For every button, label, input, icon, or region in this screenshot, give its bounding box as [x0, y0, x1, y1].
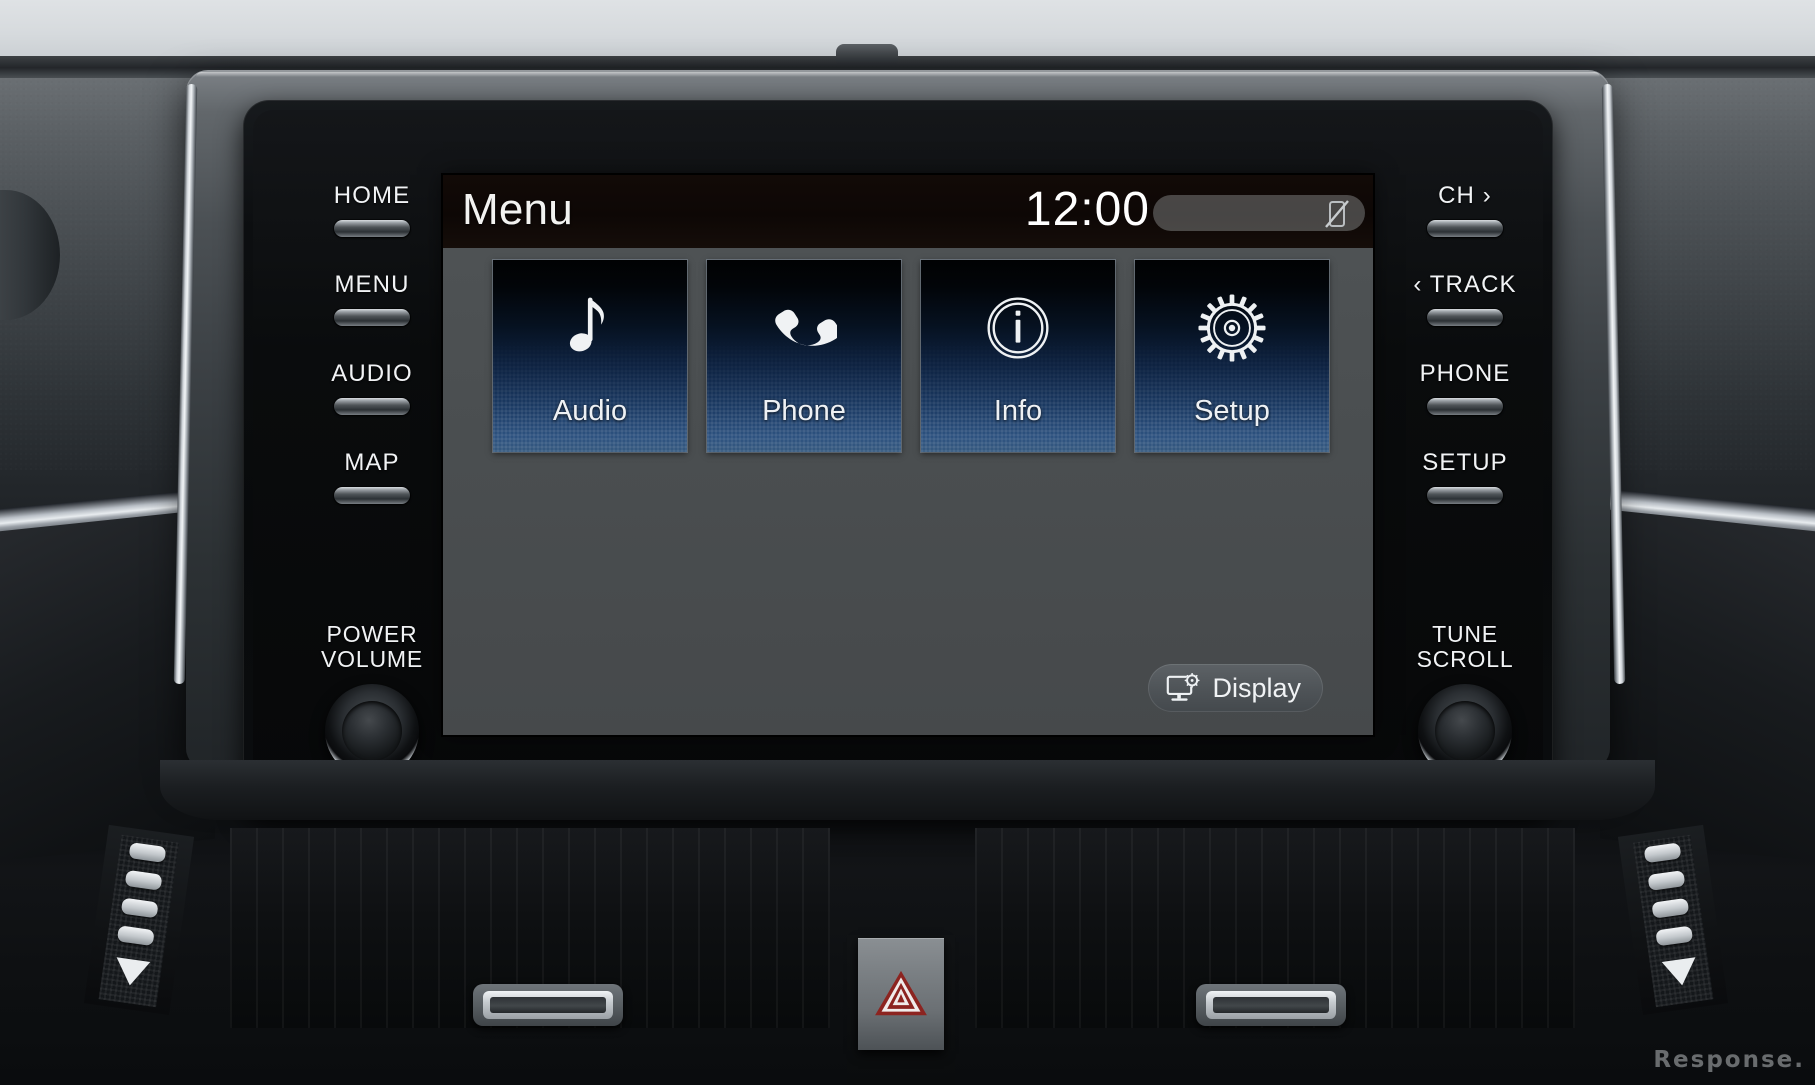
hard-button-ch[interactable]: CH › — [1395, 182, 1535, 237]
air-vent-slider-left-chrome — [483, 991, 613, 1019]
power-volume-label: POWER VOLUME — [302, 622, 442, 672]
air-vent-slider-left[interactable] — [473, 984, 623, 1026]
hard-button-phone-key[interactable] — [1427, 398, 1503, 415]
air-vent-slider-right[interactable] — [1196, 984, 1346, 1026]
power-volume-knob-group[interactable]: POWER VOLUME — [302, 622, 442, 778]
side-vent-right-arrow-icon[interactable] — [1661, 957, 1700, 988]
hard-button-track-label: ‹ TRACK — [1413, 271, 1517, 298]
air-vent-slider-left-slot — [490, 997, 606, 1013]
phone-handset-icon — [707, 282, 901, 374]
power-volume-knob-face[interactable] — [342, 701, 402, 761]
tune-scroll-knob-face[interactable] — [1435, 701, 1495, 761]
side-vent-right-slat[interactable] — [1647, 870, 1686, 891]
power-label: POWER — [326, 621, 418, 647]
menu-tile-audio[interactable]: Audio — [493, 260, 687, 452]
gear-icon — [1135, 282, 1329, 374]
screenshot-root: HOME MENU AUDIO MAP POWER VOLUME CH › ‹ … — [0, 0, 1815, 1085]
monitor-gear-icon — [1166, 672, 1202, 704]
hard-button-setup-label: SETUP — [1422, 449, 1508, 476]
hard-button-track-key[interactable] — [1427, 309, 1503, 326]
clock: 12:00 — [1024, 183, 1150, 236]
hard-button-audio[interactable]: AUDIO — [302, 360, 442, 415]
display-settings-button[interactable]: Display — [1148, 664, 1323, 712]
menu-tile-grid: Audio Phone Info Setup — [493, 260, 1329, 452]
console-lip — [160, 760, 1655, 820]
hard-button-audio-label: AUDIO — [331, 360, 413, 387]
scroll-label: SCROLL — [1416, 646, 1514, 672]
tune-label: TUNE — [1432, 621, 1498, 647]
hazard-triangle-icon — [873, 969, 929, 1019]
left-button-column: HOME MENU AUDIO MAP — [302, 182, 442, 538]
hard-button-ch-key[interactable] — [1427, 220, 1503, 237]
side-vent-right-slat[interactable] — [1643, 842, 1682, 864]
menu-tile-setup-label: Setup — [1194, 395, 1270, 427]
menu-tile-audio-label: Audio — [552, 395, 628, 427]
page-title: Menu — [462, 185, 573, 234]
air-vent-slider-right-chrome — [1206, 991, 1336, 1019]
side-vent-right-mesh — [1632, 834, 1714, 1008]
hard-button-ch-label: CH › — [1438, 182, 1492, 209]
hard-button-audio-key[interactable] — [334, 398, 410, 415]
menu-tile-info-label: Info — [993, 395, 1043, 427]
hard-button-phone-label: PHONE — [1419, 360, 1511, 387]
tune-scroll-label: TUNE SCROLL — [1395, 622, 1535, 672]
side-vent-right-slat[interactable] — [1651, 897, 1690, 919]
hard-button-setup-key[interactable] — [1427, 487, 1503, 504]
air-vent-slider-right-slot — [1213, 997, 1329, 1013]
side-vent-left-slat[interactable] — [124, 869, 163, 891]
phone-disconnected-icon — [1321, 198, 1353, 230]
hard-button-map-label: MAP — [344, 449, 400, 476]
menu-tile-info[interactable]: Info — [921, 260, 1115, 452]
hard-button-menu[interactable]: MENU — [302, 271, 442, 326]
infotainment-screen[interactable]: Menu 12:00 Audio Phone Info Setup Displa… — [443, 175, 1373, 735]
side-vent-left-mesh — [98, 834, 180, 1008]
hard-button-map[interactable]: MAP — [302, 449, 442, 504]
screen-content-area: Audio Phone Info Setup Display — [443, 248, 1373, 735]
right-button-column: CH › ‹ TRACK PHONE SETUP — [1395, 182, 1535, 538]
hard-button-track[interactable]: ‹ TRACK — [1395, 271, 1535, 326]
dashboard-sensor-nub — [836, 44, 898, 64]
side-vent-left-arrow-icon[interactable] — [112, 957, 151, 988]
hard-button-home-label: HOME — [333, 182, 411, 209]
hard-button-home[interactable]: HOME — [302, 182, 442, 237]
watermark: Response. — [1653, 1047, 1805, 1073]
menu-tile-phone[interactable]: Phone — [707, 260, 901, 452]
hard-button-menu-key[interactable] — [334, 309, 410, 326]
info-circle-icon — [921, 282, 1115, 374]
screen-title-bar: Menu 12:00 — [443, 175, 1373, 248]
music-note-icon — [493, 282, 687, 374]
background-windshield — [0, 0, 1815, 62]
head-unit-highlight — [196, 72, 1600, 77]
hazard-warning-button[interactable] — [858, 938, 944, 1050]
hard-button-menu-label: MENU — [334, 271, 410, 298]
tune-scroll-knob-group[interactable]: TUNE SCROLL — [1395, 622, 1535, 778]
side-vent-left-slat[interactable] — [128, 842, 167, 863]
hard-button-map-key[interactable] — [334, 487, 410, 504]
side-vent-left-slat[interactable] — [116, 925, 155, 947]
volume-label: VOLUME — [321, 646, 423, 672]
hard-button-phone[interactable]: PHONE — [1395, 360, 1535, 415]
hard-button-home-key[interactable] — [334, 220, 410, 237]
menu-tile-phone-label: Phone — [762, 395, 846, 427]
side-vent-left-slat[interactable] — [120, 897, 159, 919]
hard-button-setup[interactable]: SETUP — [1395, 449, 1535, 504]
display-settings-label: Display — [1212, 672, 1301, 703]
menu-tile-setup[interactable]: Setup — [1135, 260, 1329, 452]
side-vent-right-slat[interactable] — [1655, 925, 1694, 947]
